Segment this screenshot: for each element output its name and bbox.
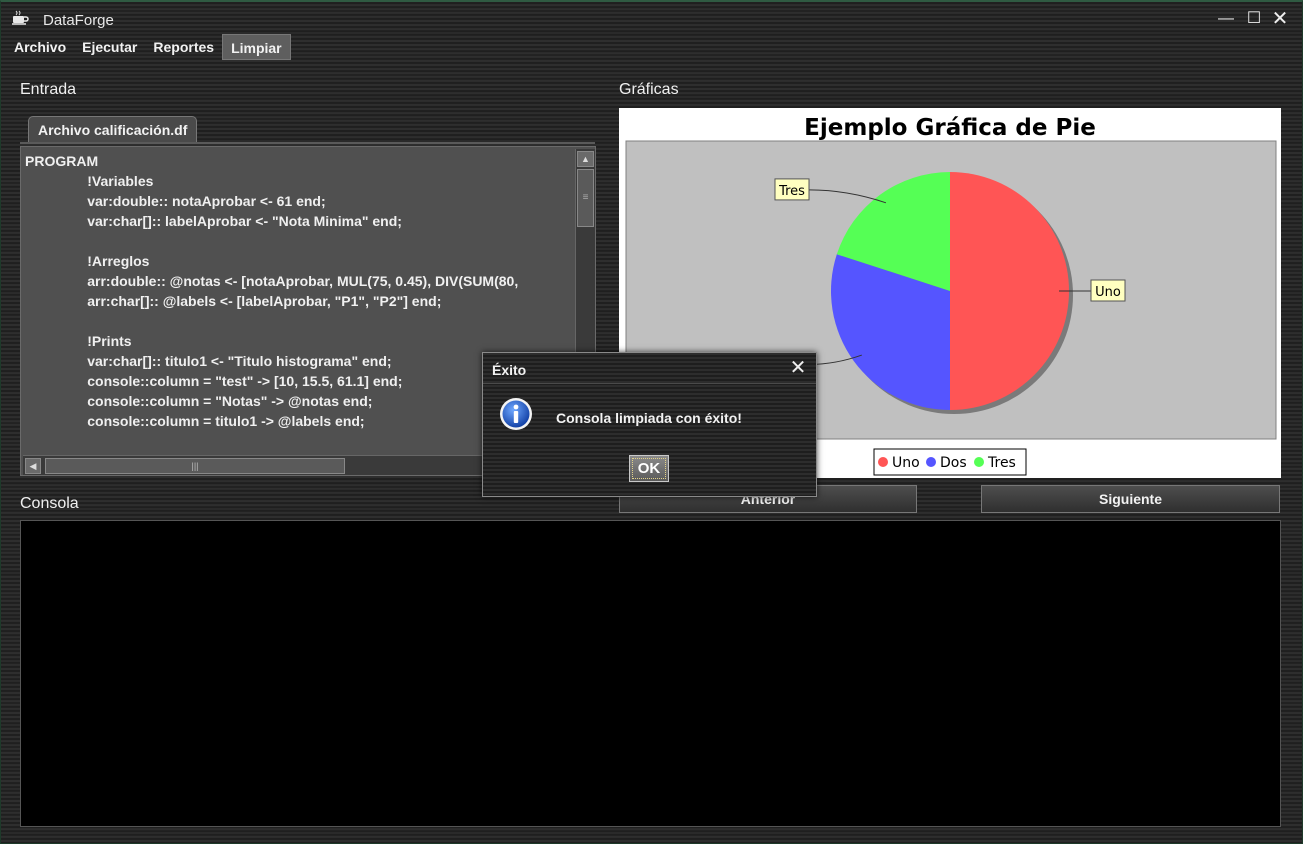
app-title: DataForge xyxy=(43,12,114,29)
tab-underline xyxy=(20,142,595,144)
legend-label-dos: Dos xyxy=(940,455,967,471)
success-dialog: Éxito ✕ Consola limpiada con éxito! OK xyxy=(482,352,817,497)
legend-swatch-tres xyxy=(974,457,984,467)
slice-label-tres: Tres xyxy=(778,184,805,199)
scroll-up-arrow-icon[interactable]: ▲ xyxy=(577,151,594,167)
minimize-button[interactable]: — xyxy=(1215,8,1237,30)
ok-button[interactable]: OK xyxy=(629,455,669,482)
console-output[interactable] xyxy=(20,520,1281,827)
code-line: !Prints xyxy=(25,333,132,349)
code-line: arr:double:: @notas <- [notaAprobar, MUL… xyxy=(25,273,519,289)
maximize-button[interactable]: ☐ xyxy=(1243,8,1265,30)
legend-swatch-dos xyxy=(926,457,936,467)
code-line: arr:char[]:: @labels <- [labelAprobar, "… xyxy=(25,293,442,309)
horizontal-scroll-thumb[interactable]: ||| xyxy=(45,458,345,474)
title-bar: DataForge — ☐ ✕ xyxy=(1,2,1303,36)
scroll-left-arrow-icon[interactable]: ◀ xyxy=(25,458,41,474)
consola-label: Consola xyxy=(20,495,79,512)
tab-file[interactable]: Archivo calificación.df xyxy=(28,116,198,142)
menu-bar: Archivo Ejecutar Reportes Limpiar xyxy=(6,34,291,60)
legend-label-uno: Uno xyxy=(892,455,920,471)
code-line: var:char[]:: labelAprobar <- "Nota Minim… xyxy=(25,213,402,229)
menu-limpiar[interactable]: Limpiar xyxy=(222,34,291,60)
dialog-title: Éxito xyxy=(492,362,527,378)
entrada-label: Entrada xyxy=(20,81,77,98)
legend-swatch-uno xyxy=(878,457,888,467)
dialog-divider xyxy=(483,383,816,384)
code-line: !Variables xyxy=(25,173,154,189)
chart-legend: Uno Dos Tres xyxy=(873,448,1027,476)
legend-label-tres: Tres xyxy=(987,455,1016,471)
siguiente-button[interactable]: Siguiente xyxy=(981,485,1280,513)
vertical-scroll-thumb[interactable]: ≡ xyxy=(577,169,594,227)
close-window-button[interactable]: ✕ xyxy=(1269,8,1291,30)
info-icon xyxy=(500,398,532,430)
menu-ejecutar[interactable]: Ejecutar xyxy=(74,34,145,60)
coffee-cup-icon xyxy=(12,10,29,25)
code-line: PROGRAM xyxy=(25,153,99,169)
code-line: !Arreglos xyxy=(25,253,150,269)
menu-reportes[interactable]: Reportes xyxy=(145,34,222,60)
chart-title: Ejemplo Gráfica de Pie xyxy=(804,115,1096,141)
code-line: var:double:: notaAprobar <- 61 end; xyxy=(25,193,326,209)
dialog-close-button[interactable]: ✕ xyxy=(787,357,809,379)
dialog-message: Consola limpiada con éxito! xyxy=(556,410,742,426)
menu-archivo[interactable]: Archivo xyxy=(6,34,74,60)
slice-label-uno: Uno xyxy=(1095,285,1121,300)
graficas-label: Gráficas xyxy=(619,81,679,98)
